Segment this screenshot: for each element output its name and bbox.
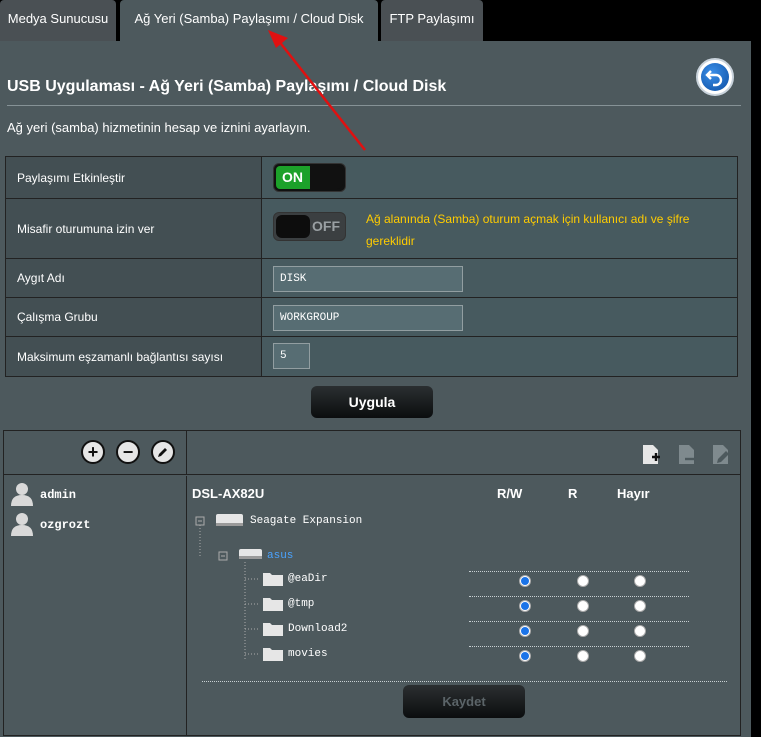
enable-sharing-toggle[interactable]: ON <box>273 163 346 192</box>
tree-bottom-divider <box>202 681 727 682</box>
guest-login-toggle[interactable]: OFF <box>273 212 346 241</box>
radio-none[interactable] <box>634 600 646 612</box>
add-user-button[interactable]: + <box>81 440 105 464</box>
tab-samba-share[interactable]: Ağ Yeri (Samba) Paylaşımı / Cloud Disk <box>120 0 378 41</box>
disk-icon <box>216 514 243 526</box>
tab-bar: Medya Sunucusu Ağ Yeri (Samba) Paylaşımı… <box>0 0 761 41</box>
back-arrow-icon <box>701 63 729 91</box>
edit-folder-icon[interactable] <box>711 444 731 466</box>
folder-icon <box>263 573 283 586</box>
folder-name[interactable]: @eaDir <box>288 573 328 585</box>
col-rw: R/W <box>497 486 523 501</box>
radio-none[interactable] <box>634 650 646 662</box>
settings-table: Paylaşımı Etkinleştir ON Misafir oturumu… <box>5 156 738 377</box>
tab-ftp-share[interactable]: FTP Paylaşımı <box>381 0 483 41</box>
radio-r[interactable] <box>577 650 589 662</box>
row-divider <box>469 646 689 647</box>
folder-name[interactable]: Download2 <box>288 623 347 635</box>
save-button[interactable]: Kaydet <box>403 685 525 718</box>
radio-r[interactable] <box>577 575 589 587</box>
tab-media-server[interactable]: Medya Sunucusu <box>0 0 116 41</box>
row-workgroup: Çalışma Grubu WORKGROUP <box>6 298 737 337</box>
folder-icon <box>263 623 283 636</box>
radio-rw[interactable] <box>519 600 531 612</box>
toggle-on-text: ON <box>276 166 310 189</box>
radio-none[interactable] <box>634 575 646 587</box>
enable-sharing-label: Paylaşımı Etkinleştir <box>6 157 262 198</box>
user-item-ozgrozt[interactable]: ozgrozt <box>9 511 179 539</box>
share-name[interactable]: asus <box>267 550 293 562</box>
toggle-knob <box>311 166 343 189</box>
row-divider <box>469 621 689 622</box>
folder-tree: DSL-AX82U R/W R Hayır Seagate Expansion … <box>187 476 740 736</box>
device-name-input[interactable]: DISK <box>273 266 463 292</box>
col-none: Hayır <box>617 486 650 501</box>
workgroup-label: Çalışma Grubu <box>6 298 262 336</box>
user-name: admin <box>40 488 77 502</box>
user-toolbar: + − <box>4 431 187 475</box>
radio-r[interactable] <box>577 625 589 637</box>
page-title: USB Uygulaması - Ağ Yeri (Samba) Paylaşı… <box>7 78 447 95</box>
guest-login-warning: Ağ alanında (Samba) oturum açmak için ku… <box>366 212 690 248</box>
delete-folder-icon[interactable] <box>677 444 697 466</box>
folder-name[interactable]: movies <box>288 648 328 660</box>
radio-none[interactable] <box>634 625 646 637</box>
user-avatar-icon <box>11 483 33 506</box>
folder-toolbar <box>187 431 740 475</box>
row-max-connections: Maksimum eşzamanlı bağlantısı sayısı 5 <box>6 337 737 376</box>
guest-login-label: Misafir oturumuna izin ver <box>6 199 262 258</box>
user-list: admin ozgrozt <box>4 476 187 736</box>
row-enable-sharing: Paylaşımı Etkinleştir ON <box>6 157 737 199</box>
radio-rw[interactable] <box>519 575 531 587</box>
pencil-icon <box>158 448 167 457</box>
col-r: R <box>568 486 578 501</box>
apply-button[interactable]: Uygula <box>311 386 433 418</box>
row-guest-login: Misafir oturumuna izin ver OFF Ağ alanın… <box>6 199 737 259</box>
add-folder-icon[interactable] <box>641 444 661 466</box>
row-device-name: Aygıt Adı DISK <box>6 259 737 298</box>
folder-name[interactable]: @tmp <box>288 598 314 610</box>
partition-icon <box>239 549 262 559</box>
user-item-admin[interactable]: admin <box>9 481 179 509</box>
page-description: Ağ yeri (samba) hizmetinin hesap ve izni… <box>7 120 311 135</box>
radio-rw[interactable] <box>519 650 531 662</box>
radio-rw[interactable] <box>519 625 531 637</box>
title-divider <box>7 105 741 106</box>
toggle-off-text: OFF <box>312 218 340 234</box>
disk-name[interactable]: Seagate Expansion <box>250 515 362 527</box>
row-divider <box>469 571 689 572</box>
plus-icon: + <box>87 442 99 462</box>
permission-panel: + − admin ozgrozt DSL-AX82U R/W R Hayır … <box>3 430 741 736</box>
folder-icon <box>263 598 283 611</box>
row-divider <box>469 596 689 597</box>
edit-user-button[interactable] <box>151 440 175 464</box>
user-name: ozgrozt <box>40 518 91 532</box>
radio-r[interactable] <box>577 600 589 612</box>
workgroup-input[interactable]: WORKGROUP <box>273 305 463 331</box>
back-button[interactable] <box>696 58 734 96</box>
folder-icon <box>263 648 283 661</box>
toggle-knob <box>276 215 310 238</box>
minus-icon: − <box>122 442 134 462</box>
device-name-label: Aygıt Adı <box>6 259 262 297</box>
user-avatar-icon <box>11 513 33 536</box>
delete-user-button[interactable]: − <box>116 440 140 464</box>
max-connections-label: Maksimum eşzamanlı bağlantısı sayısı <box>6 337 262 376</box>
max-connections-input[interactable]: 5 <box>273 343 310 369</box>
